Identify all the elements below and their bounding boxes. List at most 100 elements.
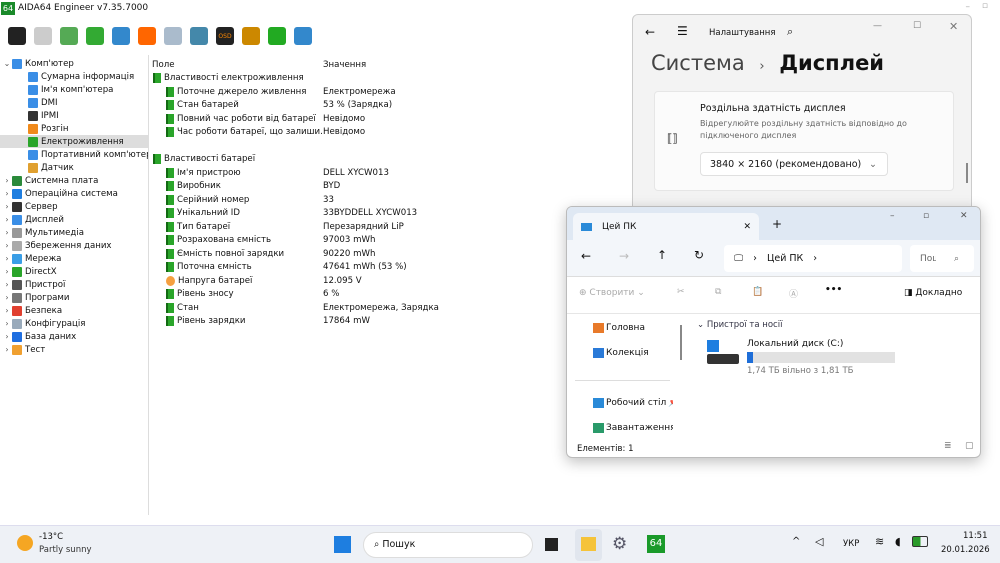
chevron-right-icon[interactable]: ›	[2, 332, 12, 341]
chevron-up-icon[interactable]: ^	[792, 536, 800, 547]
address-bar[interactable]: 🖵 › Цей ПК ›	[724, 245, 902, 272]
list-row[interactable]: Ім'я пристрою DELL XYCW013	[150, 166, 630, 180]
tree-item[interactable]: › Дисплей	[0, 213, 148, 226]
group-header[interactable]: Властивості електроживлення	[150, 72, 630, 86]
list-row[interactable]: Тип батареї Перезарядний LiP	[150, 220, 630, 234]
list-row[interactable]: Повний час роботи від батареї Невідомо	[150, 112, 630, 126]
chevron-right-icon[interactable]: ›	[2, 280, 12, 289]
tree-item[interactable]: Ім'я комп'ютера	[0, 83, 148, 96]
tree-item[interactable]: › Збереження даних	[0, 239, 148, 252]
file-explorer-taskbar-button[interactable]	[575, 529, 602, 561]
nav-item[interactable]: Робочий стіл📌	[593, 398, 673, 408]
tree-item[interactable]: › Сервер	[0, 200, 148, 213]
pin-icon[interactable]: 📌	[668, 398, 673, 408]
tree-item[interactable]: › Системна плата	[0, 174, 148, 187]
forward-arrow-icon[interactable]: →	[619, 249, 629, 263]
chevron-right-icon[interactable]: ›	[2, 176, 12, 185]
search-field[interactable]: Пош ⌕	[910, 245, 974, 272]
list-row[interactable]: Ємність повної зарядки 90220 mWh	[150, 247, 630, 261]
copy-icon[interactable]: ⧉	[715, 287, 721, 297]
gauge-icon[interactable]	[242, 27, 260, 45]
paste-icon[interactable]: 📋	[752, 287, 763, 297]
tree-item[interactable]: › База даних	[0, 330, 148, 343]
back-arrow-icon[interactable]: ←	[645, 25, 655, 39]
close-button[interactable]: ✕	[960, 211, 968, 221]
new-button[interactable]: ⊕ Створити ⌄	[579, 288, 645, 298]
chevron-right-icon[interactable]: ›	[2, 293, 12, 302]
back-arrow-icon[interactable]: ←	[581, 249, 591, 263]
more-options-icon[interactable]: •••	[825, 285, 842, 295]
column-header-value[interactable]: Значення	[323, 60, 366, 70]
aida64-taskbar-button[interactable]: 64	[647, 535, 665, 553]
tree-item[interactable]: DMI	[0, 96, 148, 109]
tree-item[interactable]: Портативний комп'ютер	[0, 148, 148, 161]
chevron-right-icon[interactable]: ›	[2, 189, 12, 198]
maximize-button[interactable]: ☐	[913, 21, 921, 31]
chevron-right-icon[interactable]: ›	[2, 202, 12, 211]
list-row[interactable]: Напруга батареї 12.095 V	[150, 274, 630, 288]
location-icon[interactable]: ◁	[815, 535, 823, 548]
nav-item[interactable]: Головна	[593, 323, 673, 333]
minimize-button[interactable]: —	[873, 21, 882, 31]
tree-item[interactable]: IPMI	[0, 109, 148, 122]
menu-icon[interactable]: ☰	[677, 24, 688, 38]
group-header[interactable]: Властивості батареї	[150, 153, 630, 167]
section-header[interactable]: ⌄ Пристрої та носії	[697, 320, 782, 330]
tree-item[interactable]: Розгін	[0, 122, 148, 135]
column-header-field[interactable]: Поле	[150, 60, 323, 70]
tree-item[interactable]: › Операційна система	[0, 187, 148, 200]
list-row[interactable]: Рівень зносу 6 %	[150, 288, 630, 302]
osd-icon[interactable]: OSD	[216, 27, 234, 45]
list-row[interactable]: Стан батарей 53 % (Зарядка)	[150, 99, 630, 113]
volume-icon[interactable]: ◖	[895, 535, 901, 548]
breadcrumb-system[interactable]: Система	[651, 51, 745, 75]
user-icon[interactable]	[190, 27, 208, 45]
chevron-right-icon[interactable]: ›	[2, 319, 12, 328]
scrollbar[interactable]	[680, 325, 682, 360]
chevron-right-icon[interactable]: ›	[2, 254, 12, 263]
refresh-icon[interactable]: ↻	[694, 248, 704, 262]
tree-item[interactable]: › Конфігурація	[0, 317, 148, 330]
tree-item[interactable]: › Програми	[0, 291, 148, 304]
tab-this-pc[interactable]: Цей ПК ✕	[573, 213, 759, 240]
motherboard-icon[interactable]	[60, 27, 78, 45]
tree-item[interactable]: Сумарна інформація	[0, 70, 148, 83]
network-icon[interactable]	[112, 27, 130, 45]
tiles-view-icon[interactable]: ▢	[965, 441, 974, 451]
new-tab-button[interactable]: +	[772, 217, 782, 231]
details-pane-button[interactable]: ◨ Докладно	[904, 288, 962, 298]
resolution-dropdown[interactable]: 3840 × 2160 (рекомендовано) ⌄	[700, 152, 888, 176]
list-row[interactable]: Унікальний ID 33BYDDELL XYCW013	[150, 207, 630, 221]
weather-icon[interactable]	[17, 535, 33, 551]
settings-gear-icon[interactable]: ⚙	[612, 534, 627, 554]
list-row[interactable]: Стан Електромережа, Зарядка	[150, 301, 630, 315]
download-icon[interactable]	[268, 27, 286, 45]
list-row[interactable]: Серійний номер 33	[150, 193, 630, 207]
list-row[interactable]: Розрахована ємність 97003 mWh	[150, 234, 630, 248]
tree-item[interactable]: › Пристрої	[0, 278, 148, 291]
tree-item[interactable]: › DirectX	[0, 265, 148, 278]
chevron-right-icon[interactable]: ›	[2, 267, 12, 276]
nav-item[interactable]: Завантаження📌	[593, 423, 673, 433]
task-view-icon[interactable]	[545, 538, 558, 551]
cut-icon[interactable]: ✂	[677, 287, 685, 297]
tree-item[interactable]: › Мережа	[0, 252, 148, 265]
tree-item[interactable]: › Безпека	[0, 304, 148, 317]
chevron-right-icon[interactable]: ›	[2, 306, 12, 315]
search-icon[interactable]	[294, 27, 312, 45]
maximize-button[interactable]: ▫	[923, 211, 929, 221]
tree-item[interactable]: Електроживлення	[0, 135, 148, 148]
start-button[interactable]	[334, 536, 351, 553]
chevron-right-icon[interactable]: ›	[2, 215, 12, 224]
close-button[interactable]: ✕	[949, 20, 958, 33]
minimize-button[interactable]: –	[966, 2, 971, 12]
wifi-icon[interactable]: ≋	[875, 535, 884, 548]
clock-date[interactable]: 20.01.2026	[941, 545, 990, 555]
battery-icon[interactable]	[912, 536, 928, 547]
clock-time[interactable]: 11:51	[963, 531, 988, 541]
list-row[interactable]: Час роботи батареї, що залиши... Невідомо	[150, 126, 630, 140]
tree-item[interactable]: › Мультимедіа	[0, 226, 148, 239]
restore-button[interactable]: ▫	[982, 1, 988, 11]
scrollbar[interactable]	[966, 163, 968, 183]
minimize-button[interactable]: –	[890, 211, 895, 221]
